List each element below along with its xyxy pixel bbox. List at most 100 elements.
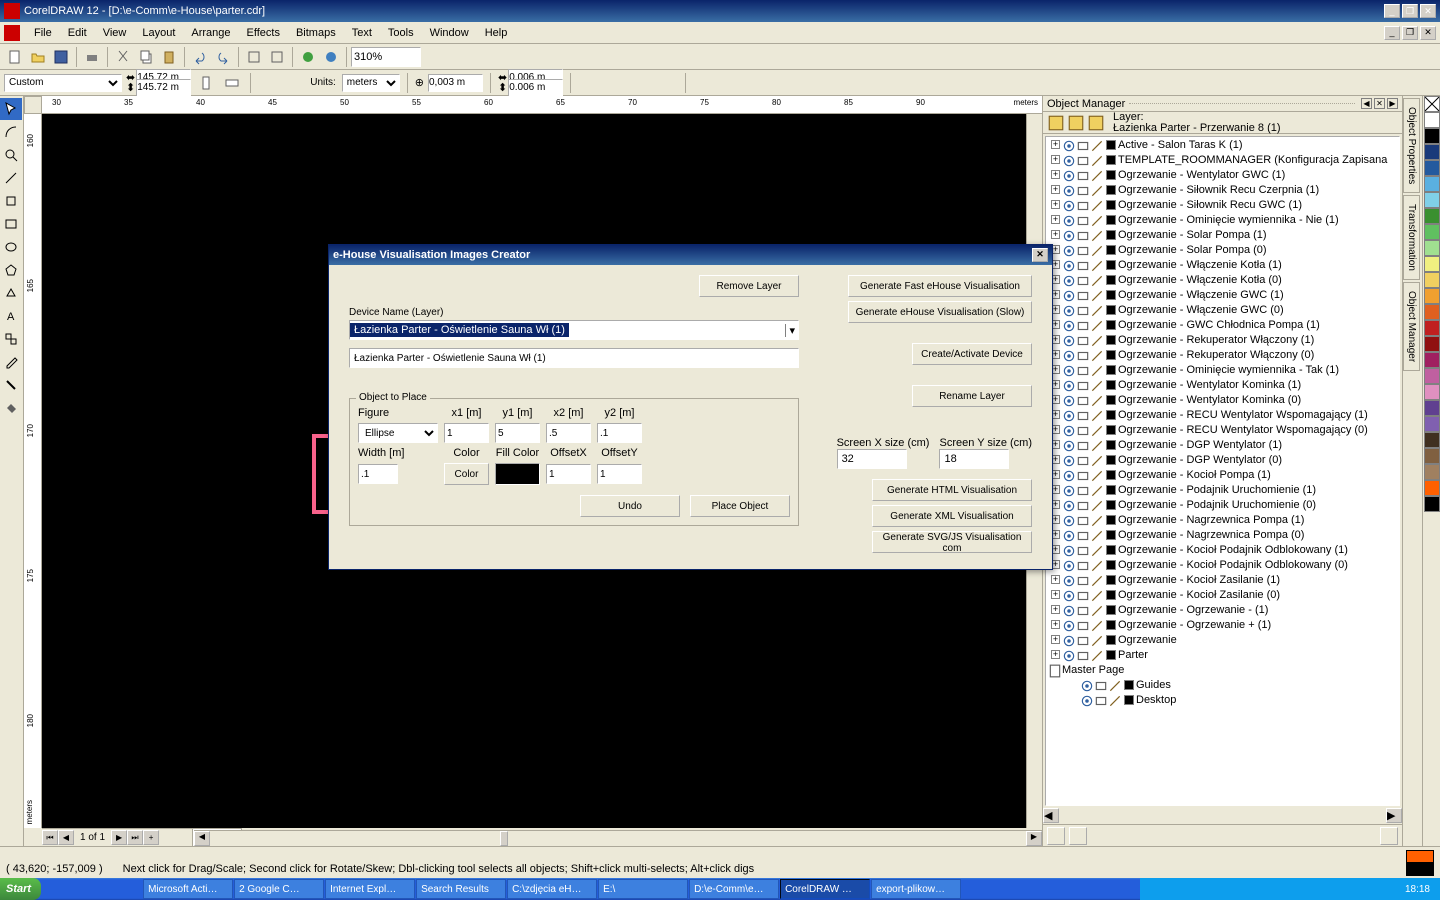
taskbar-task[interactable]: Microsoft Acti… [143,879,233,899]
color-swatch[interactable] [1424,224,1440,240]
expand-icon[interactable]: + [1051,635,1060,644]
layer-row[interactable]: Guides [1046,677,1399,692]
quick-launch-icon[interactable] [83,880,101,898]
start-button[interactable]: Start [0,878,41,900]
minimize-button[interactable]: _ [1384,4,1400,18]
layer-row[interactable]: +Ogrzewanie - DGP Wentylator (1) [1046,437,1399,452]
layer-color-swatch[interactable] [1106,575,1116,585]
layer-color-swatch[interactable] [1106,410,1116,420]
expand-icon[interactable]: + [1051,170,1060,179]
color-swatch[interactable] [1424,304,1440,320]
layer-color-swatch[interactable] [1106,350,1116,360]
color-swatch[interactable] [1424,256,1440,272]
edit-across-layers-icon[interactable] [1067,114,1085,132]
layer-color-swatch[interactable] [1106,215,1116,225]
color-swatch[interactable] [1424,240,1440,256]
dialog-titlebar[interactable]: e-House Visualisation Images Creator ✕ [329,245,1052,265]
open-icon[interactable] [27,46,49,68]
fill-color-indicator[interactable] [1406,863,1434,876]
layer-row[interactable]: +Ogrzewanie - Włączenie Kotła (1) [1046,257,1399,272]
color-swatch[interactable] [1424,432,1440,448]
fill-tool-icon[interactable] [0,397,22,419]
layer-row[interactable]: +Ogrzewanie - Ogrzewanie + (1) [1046,617,1399,632]
layer-color-swatch[interactable] [1106,245,1116,255]
drawing-units-icon[interactable] [258,72,280,94]
zoom-selector[interactable] [351,47,421,67]
layer-row[interactable]: +Ogrzewanie - Włączenie GWC (0) [1046,302,1399,317]
layer-color-swatch[interactable] [1106,455,1116,465]
screen-x-input[interactable] [837,449,907,469]
width-input[interactable] [358,464,398,484]
layer-row[interactable]: +Ogrzewanie [1046,632,1399,647]
layer-color-swatch[interactable] [1106,275,1116,285]
taskbar-task[interactable]: Internet Expl… [325,879,415,899]
new-layer-button[interactable] [1047,827,1065,845]
layer-row[interactable]: +Ogrzewanie - Solar Pompa (0) [1046,242,1399,257]
app-launcher-icon[interactable] [297,46,319,68]
layer-row[interactable]: +Ogrzewanie - Wentylator GWC (1) [1046,167,1399,182]
object-manager-tab[interactable]: Object Manager [1403,282,1420,371]
show-props-icon[interactable] [1047,114,1065,132]
copy-icon[interactable] [135,46,157,68]
no-color-swatch[interactable] [1424,96,1440,112]
layer-row[interactable]: +TEMPLATE_ROOMMANAGER (Konfiguracja Zapi… [1046,152,1399,167]
tray-icon[interactable] [1282,882,1297,897]
layer-color-swatch[interactable] [1106,335,1116,345]
color-swatch[interactable] [1424,128,1440,144]
layer-color-swatch[interactable] [1106,620,1116,630]
paper-size-selector[interactable]: Custom [4,74,122,92]
layer-color-swatch[interactable] [1106,200,1116,210]
color-swatch[interactable] [1424,144,1440,160]
basic-shapes-tool-icon[interactable] [0,282,22,304]
taskbar-clock[interactable]: 18:18 [1401,884,1434,895]
layer-color-swatch[interactable] [1106,485,1116,495]
layer-color-swatch[interactable] [1106,500,1116,510]
polygon-tool-icon[interactable] [0,259,22,281]
ruler-corner[interactable] [24,96,42,114]
layer-row[interactable]: +Ogrzewanie - Podajnik Uruchomienie (0) [1046,497,1399,512]
menu-bitmaps[interactable]: Bitmaps [288,25,344,41]
horizontal-ruler[interactable]: meters 30354045505560657075808590 [42,96,1042,114]
layer-color-swatch[interactable] [1106,650,1116,660]
doc-minimize-button[interactable]: _ [1384,26,1400,40]
layer-row[interactable]: +Ogrzewanie - Kocioł Pompa (1) [1046,467,1399,482]
color-swatch[interactable] [1424,416,1440,432]
paper-height-input[interactable] [136,79,191,97]
expand-icon[interactable]: + [1051,200,1060,209]
new-icon[interactable] [4,46,26,68]
layer-color-swatch[interactable] [1106,380,1116,390]
pick-tool-icon[interactable] [0,98,22,120]
layer-color-swatch[interactable] [1106,395,1116,405]
tray-icon[interactable] [1146,882,1161,897]
expand-icon[interactable]: + [1051,155,1060,164]
layer-color-swatch[interactable] [1106,425,1116,435]
eyedropper-tool-icon[interactable] [0,351,22,373]
color-swatch[interactable] [1424,208,1440,224]
layer-row[interactable]: +Ogrzewanie - Wentylator Kominka (1) [1046,377,1399,392]
generate-svg-button[interactable]: Generate SVG/JS Visualisation com [872,531,1032,553]
layer-row[interactable]: +Ogrzewanie - DGP Wentylator (0) [1046,452,1399,467]
color-swatch[interactable] [1424,448,1440,464]
color-swatch[interactable] [1424,400,1440,416]
layer-manager-view-icon[interactable] [1087,114,1105,132]
layer-color-swatch[interactable] [1106,560,1116,570]
layer-row[interactable]: +Ogrzewanie - RECU Wentylator Wspomagają… [1046,407,1399,422]
layer-color-swatch[interactable] [1106,140,1116,150]
layer-row[interactable]: +Ogrzewanie - Nagrzewnica Pompa (0) [1046,527,1399,542]
layer-row[interactable]: +Ogrzewanie - Kocioł Podajnik Odblokowan… [1046,557,1399,572]
layer-row[interactable]: +Ogrzewanie - GWC Chłodnica Pompa (1) [1046,317,1399,332]
layer-row[interactable]: +Ogrzewanie - Wentylator Kominka (0) [1046,392,1399,407]
expand-icon[interactable]: + [1051,215,1060,224]
delete-button[interactable] [1380,827,1398,845]
layer-row[interactable]: +Ogrzewanie - RECU Wentylator Wspomagają… [1046,422,1399,437]
layer-row[interactable]: +Ogrzewanie - Siłownik Recu GWC (1) [1046,197,1399,212]
zoom-tool-icon[interactable] [0,144,22,166]
portrait-icon[interactable] [195,72,217,94]
layer-color-swatch[interactable] [1106,155,1116,165]
quick-launch-icon[interactable] [121,880,139,898]
expand-icon[interactable]: + [1051,605,1060,614]
offsetx-input[interactable] [546,464,591,484]
drawing-scale-icon[interactable] [284,72,306,94]
layer-row[interactable]: Desktop [1046,692,1399,707]
layer-tree[interactable]: +Active - Salon Taras K (1)+TEMPLATE_ROO… [1045,136,1400,806]
